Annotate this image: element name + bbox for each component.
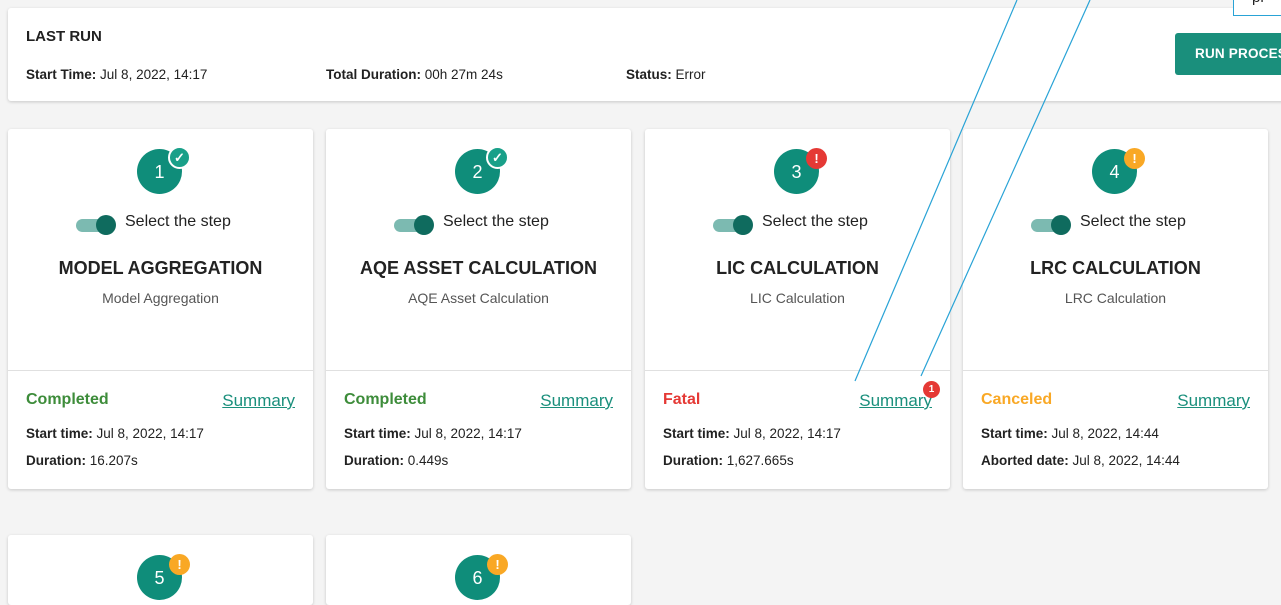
step-subtitle: AQE Asset Calculation xyxy=(408,290,549,306)
warning-icon: ! xyxy=(487,554,508,575)
warning-icon: ! xyxy=(1124,148,1145,169)
status-value: Error xyxy=(675,67,706,82)
status-label: Status: xyxy=(626,67,672,82)
step-status: Canceled xyxy=(981,391,1053,408)
summary-link[interactable]: Summary xyxy=(859,391,932,411)
total-duration-value: 00h 27m 24s xyxy=(424,67,503,82)
start-time-line: Start time: Jul 8, 2022, 14:17 xyxy=(26,426,204,441)
error-icon: ! xyxy=(806,148,827,169)
select-step-toggle[interactable] xyxy=(394,215,435,235)
select-step-label: Select the step xyxy=(1080,213,1186,230)
duration-line: Duration: 0.449s xyxy=(344,453,449,468)
step-card-4: 4 ! Select the step LRC CALCULATION LRC … xyxy=(963,129,1268,489)
start-time-line: Start time: Jul 8, 2022, 14:44 xyxy=(981,426,1159,441)
summary-count-badge: 1 xyxy=(923,381,940,398)
divider xyxy=(8,370,313,371)
last-run-title: LAST RUN xyxy=(26,28,102,45)
duration-line: Duration: 16.207s xyxy=(26,453,138,468)
start-time-value: Jul 8, 2022, 14:17 xyxy=(100,67,208,82)
step-card-5: 5 ! xyxy=(8,535,313,605)
select-step-label: Select the step xyxy=(125,213,231,230)
select-step-label: Select the step xyxy=(762,213,868,230)
step-card-3: 3 ! Select the step LIC CALCULATION LIC … xyxy=(645,129,950,489)
last-run-panel: LAST RUN Start Time: Jul 8, 2022, 14:17 … xyxy=(8,8,1281,101)
step-status: Completed xyxy=(26,391,109,408)
divider xyxy=(963,370,1268,371)
step-subtitle: LRC Calculation xyxy=(1064,290,1167,306)
divider xyxy=(645,370,950,371)
step-status: Fatal xyxy=(663,391,701,408)
annotation-callout-text: pr xyxy=(1252,0,1265,6)
run-process-button[interactable]: RUN PROCESS xyxy=(1175,33,1281,75)
step-card-1: 1 ✓ Select the step MODEL AGGREGATION Mo… xyxy=(8,129,313,489)
total-duration-field: Total Duration: 00h 27m 24s xyxy=(326,67,503,82)
select-step-toggle[interactable] xyxy=(76,215,117,235)
step-card-6: 6 ! xyxy=(326,535,631,605)
start-time-line: Start time: Jul 8, 2022, 14:17 xyxy=(344,426,522,441)
check-icon: ✓ xyxy=(168,146,191,169)
check-icon: ✓ xyxy=(486,146,509,169)
step-subtitle: Model Aggregation xyxy=(102,290,219,306)
step-title: LRC CALCULATION xyxy=(1030,258,1201,278)
status-field: Status: Error xyxy=(626,67,706,82)
start-time-line: Start time: Jul 8, 2022, 14:17 xyxy=(663,426,841,441)
step-subtitle: LIC Calculation xyxy=(750,290,845,306)
summary-link[interactable]: Summary xyxy=(1177,391,1250,411)
warning-icon: ! xyxy=(169,554,190,575)
select-step-label: Select the step xyxy=(443,213,549,230)
summary-link[interactable]: Summary xyxy=(222,391,295,411)
start-time-label: Start Time: xyxy=(26,67,97,82)
step-title: AQE ASSET CALCULATION xyxy=(360,258,597,278)
step-title: LIC CALCULATION xyxy=(716,258,879,278)
divider xyxy=(326,370,631,371)
start-time-field: Start Time: Jul 8, 2022, 14:17 xyxy=(26,67,207,82)
annotation-callout: pr xyxy=(1233,0,1281,16)
aborted-date-line: Aborted date: Jul 8, 2022, 14:44 xyxy=(981,453,1180,468)
step-title: MODEL AGGREGATION xyxy=(58,258,263,278)
duration-line: Duration: 1,627.665s xyxy=(663,453,794,468)
select-step-toggle[interactable] xyxy=(1031,215,1072,235)
total-duration-label: Total Duration: xyxy=(326,67,421,82)
step-status: Completed xyxy=(344,391,427,408)
summary-link[interactable]: Summary xyxy=(540,391,613,411)
select-step-toggle[interactable] xyxy=(713,215,754,235)
step-card-2: 2 ✓ Select the step AQE ASSET CALCULATIO… xyxy=(326,129,631,489)
